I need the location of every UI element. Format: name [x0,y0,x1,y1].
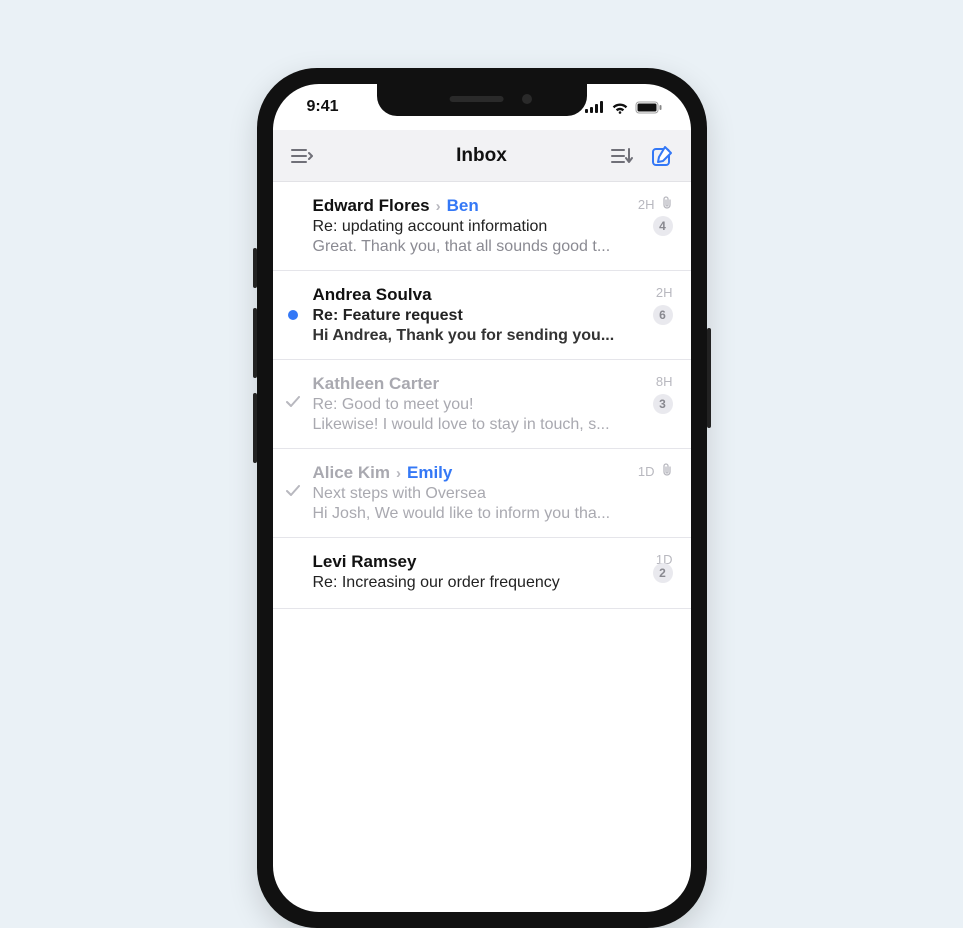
power-button [707,328,711,428]
sender-name: Kathleen Carter [313,374,440,394]
preview-line: Likewise! I would love to stay in touch,… [313,416,673,434]
mute-switch [253,248,257,288]
message-row[interactable]: Alice Kim › Emily Next steps with Overse… [273,449,691,538]
status-indicator [287,309,299,321]
sender-name: Andrea Soulva [313,285,432,305]
wifi-icon [611,101,629,114]
time-label: 2H [656,285,673,300]
volume-up [253,308,257,378]
message-list[interactable]: Edward Flores › Ben Re: updating account… [273,182,691,912]
signal-icon [585,101,605,113]
status-indicator [287,220,299,232]
sender-name: Alice Kim [313,463,390,483]
subject-line: Re: updating account information [313,218,673,236]
status-right [585,101,663,114]
attachment-icon [661,463,673,480]
phone-frame: 9:41 [257,68,707,928]
preview-line: Hi Andrea, Thank you for sending you... [313,327,673,345]
volume-down [253,393,257,463]
battery-icon [635,101,663,114]
check-icon [286,395,300,413]
time-label: 2H [638,197,655,212]
message-row[interactable]: Andrea Soulva › Re: Feature request Hi A… [273,271,691,360]
attachment-icon [661,196,673,213]
check-icon [286,484,300,502]
meta: 8H [656,374,673,389]
sort-icon[interactable] [611,147,633,165]
unread-dot-icon [288,310,298,320]
time-label: 8H [656,374,673,389]
message-row[interactable]: Levi Ramsey › Re: Increasing our order f… [273,538,691,609]
subject-line: Re: Good to meet you! [313,396,673,414]
meta: 2H [656,285,673,300]
compose-icon[interactable] [651,145,673,167]
subject-line: Re: Increasing our order frequency [313,574,673,592]
meta: 2H [638,196,673,213]
recipient-name: Emily [407,463,452,483]
notch [377,84,587,116]
meta: 1D [638,463,673,480]
preview-line: Great. Thank you, that all sounds good t… [313,238,673,256]
thread-count: 6 [653,305,673,325]
message-row[interactable]: Kathleen Carter › Re: Good to meet you! … [273,360,691,449]
menu-icon[interactable] [291,147,313,165]
message-row[interactable]: Edward Flores › Ben Re: updating account… [273,182,691,271]
screen: 9:41 [273,84,691,912]
preview-line: Hi Josh, We would like to inform you tha… [313,505,673,523]
sender-name: Levi Ramsey [313,552,417,572]
status-indicator [287,487,299,499]
status-indicator [287,398,299,410]
recipient-name: Ben [447,196,479,216]
thread-count: 4 [653,216,673,236]
thread-count: 3 [653,394,673,414]
subject-line: Re: Feature request [313,307,673,325]
time-label: 1D [638,464,655,479]
header-bar: Inbox [273,130,691,182]
thread-count: 2 [653,563,673,583]
chevron-right-icon: › [396,465,401,482]
status-time: 9:41 [307,98,339,116]
sender-name: Edward Flores [313,196,430,216]
subject-line: Next steps with Oversea [313,485,673,503]
chevron-right-icon: › [436,198,441,215]
status-indicator [287,567,299,579]
